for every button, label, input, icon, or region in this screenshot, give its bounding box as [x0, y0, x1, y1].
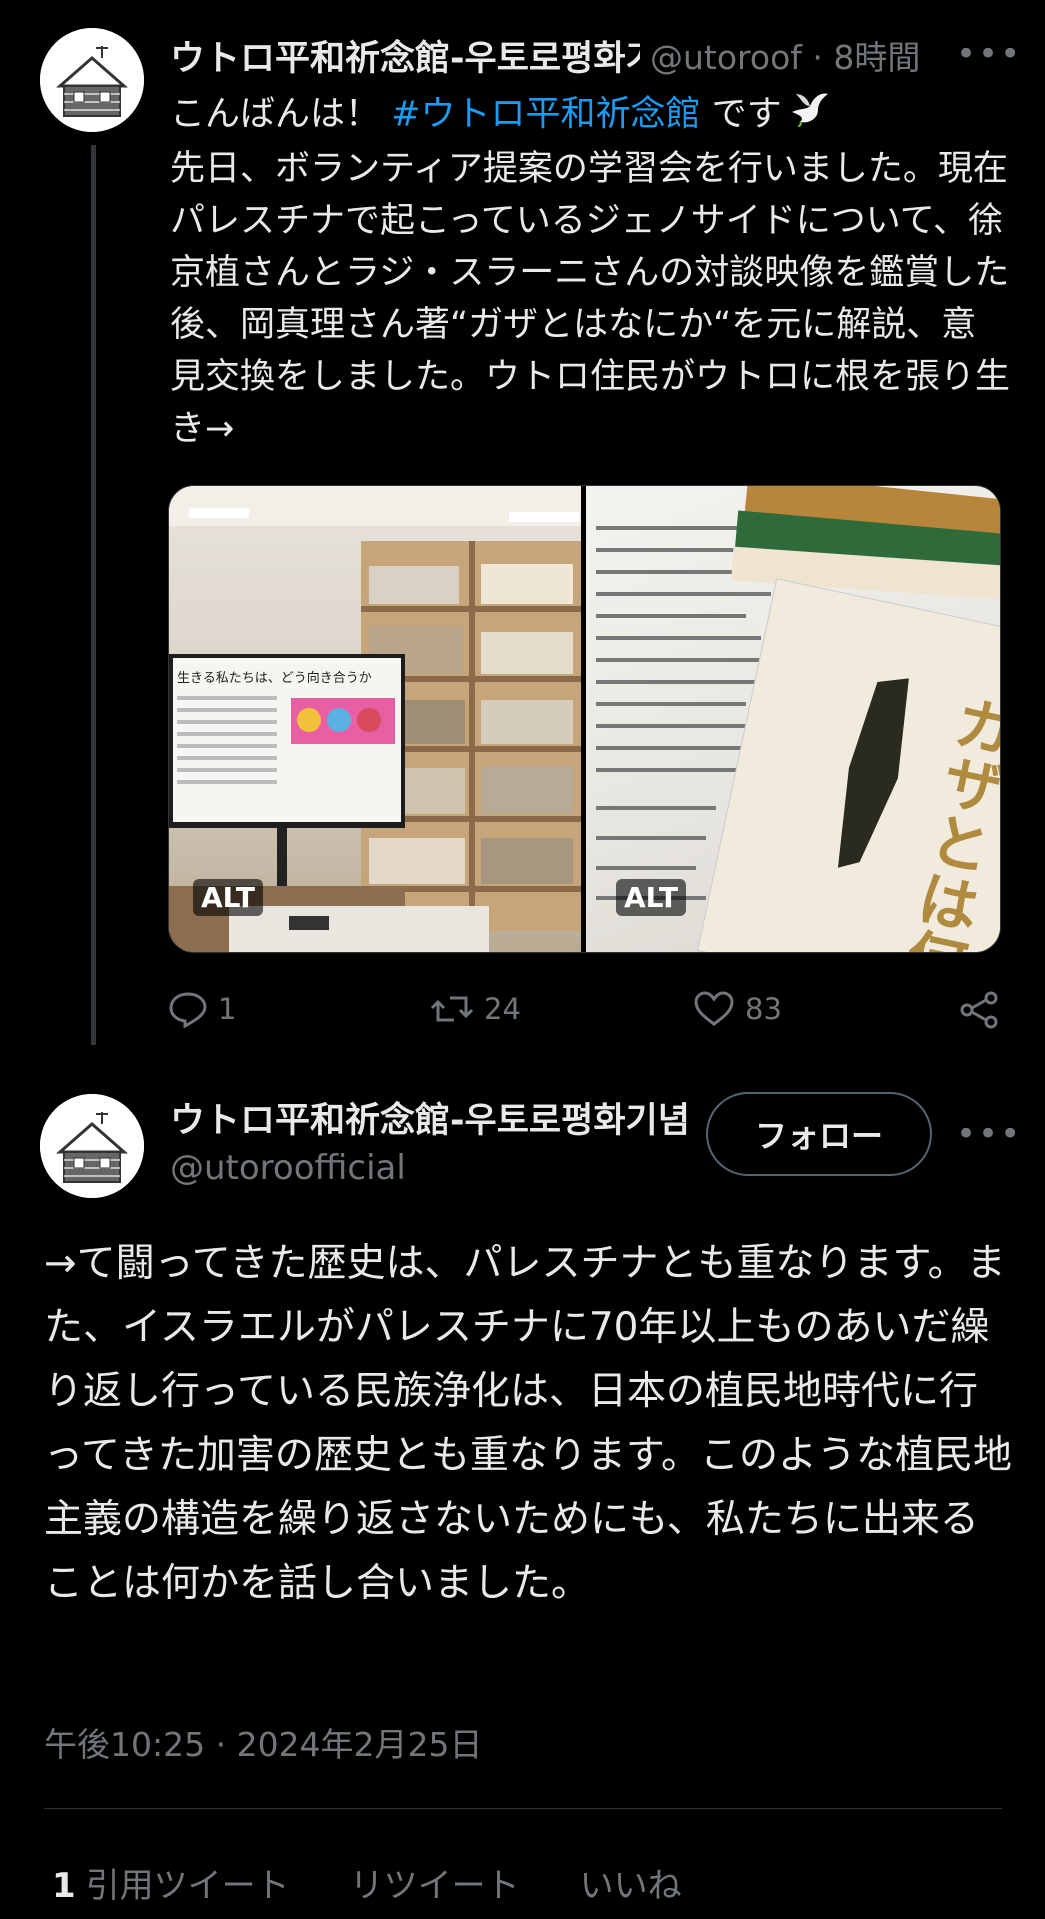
- more-options-icon[interactable]: •••: [956, 34, 1022, 74]
- house-logo-icon: [40, 28, 144, 132]
- reply-icon: [169, 992, 207, 1028]
- tweet-timestamp[interactable]: 午後10:25 · 2024年2月25日: [44, 1718, 483, 1766]
- tweet-text-rest: 先日、ボランティア提案の学習会を行いました。現在パレスチナで起こっているジェノサ…: [170, 149, 1011, 449]
- share-icon: [960, 991, 998, 1029]
- reply-count: 1: [218, 992, 237, 1026]
- engagement-stats: 1 引用ツイート リツイート いいね: [52, 1858, 682, 1907]
- tweet-text: →て闘ってきた歴史は、パレスチナとも重なります。また、イスラエルがパレスチナに7…: [44, 1241, 1012, 1606]
- handle[interactable]: @utoroofficial: [170, 1148, 406, 1188]
- likes-link[interactable]: いいね: [580, 1858, 682, 1907]
- thread-connector-line: [91, 145, 96, 1045]
- quote-count: 1: [52, 1866, 76, 1906]
- avatar[interactable]: [40, 1094, 144, 1198]
- tweet-text: こんばんは！ #ウトロ平和祈念館 です 先日、ボランティア提案の学習会を行いまし…: [170, 88, 1010, 455]
- tweet-text-prefix: こんばんは！: [170, 94, 392, 135]
- retweets-link[interactable]: リツイート: [350, 1858, 520, 1907]
- handle-and-time[interactable]: @utoroof · 8時間: [650, 31, 920, 79]
- tv-screen-text: 生きる私たちは、どう向き合うか: [177, 670, 372, 686]
- like-button[interactable]: 83: [693, 990, 782, 1028]
- avatar[interactable]: [40, 28, 144, 132]
- heart-icon: [694, 991, 734, 1026]
- quote-tweets-link[interactable]: 1 引用ツイート: [52, 1858, 290, 1907]
- display-name[interactable]: ウトロ平和祈念館-우토로평화기념관: [170, 1092, 690, 1143]
- divider: [44, 1808, 1002, 1809]
- like-count: 83: [745, 992, 782, 1026]
- share-button[interactable]: [958, 990, 1010, 1030]
- retweet-button[interactable]: 24: [430, 990, 521, 1028]
- more-options-icon[interactable]: •••: [956, 1114, 1022, 1154]
- alt-badge[interactable]: ALT: [616, 879, 686, 916]
- retweet-count: 24: [484, 992, 521, 1026]
- image-study-room[interactable]: 生きる私たちは、どう向き合うか ALT: [169, 486, 581, 952]
- media-grid: 生きる私たちは、どう向き合うか ALT ガザとは何か ALT: [168, 485, 1001, 953]
- display-name[interactable]: ウトロ平和祈念館-우토로평화기념관: [170, 30, 640, 81]
- follow-button[interactable]: フォロー: [706, 1092, 932, 1176]
- retweet-icon: [430, 996, 474, 1022]
- tweet-text-suffix: です: [700, 94, 782, 135]
- alt-badge[interactable]: ALT: [193, 879, 263, 916]
- house-logo-icon: [40, 1094, 144, 1198]
- tweet-actions: 1 24 83: [168, 982, 1008, 1042]
- quote-label: 引用ツイート: [85, 1866, 290, 1906]
- tweet-header: ウトロ平和祈念館-우토로평화기념관 @utoroof · 8時間: [170, 30, 1010, 80]
- image-book-cover[interactable]: ガザとは何か ALT: [586, 486, 1000, 952]
- hashtag-link[interactable]: #ウトロ平和祈念館: [391, 95, 700, 135]
- reply-button[interactable]: 1: [168, 990, 236, 1028]
- dove-emoji-icon: [788, 88, 830, 143]
